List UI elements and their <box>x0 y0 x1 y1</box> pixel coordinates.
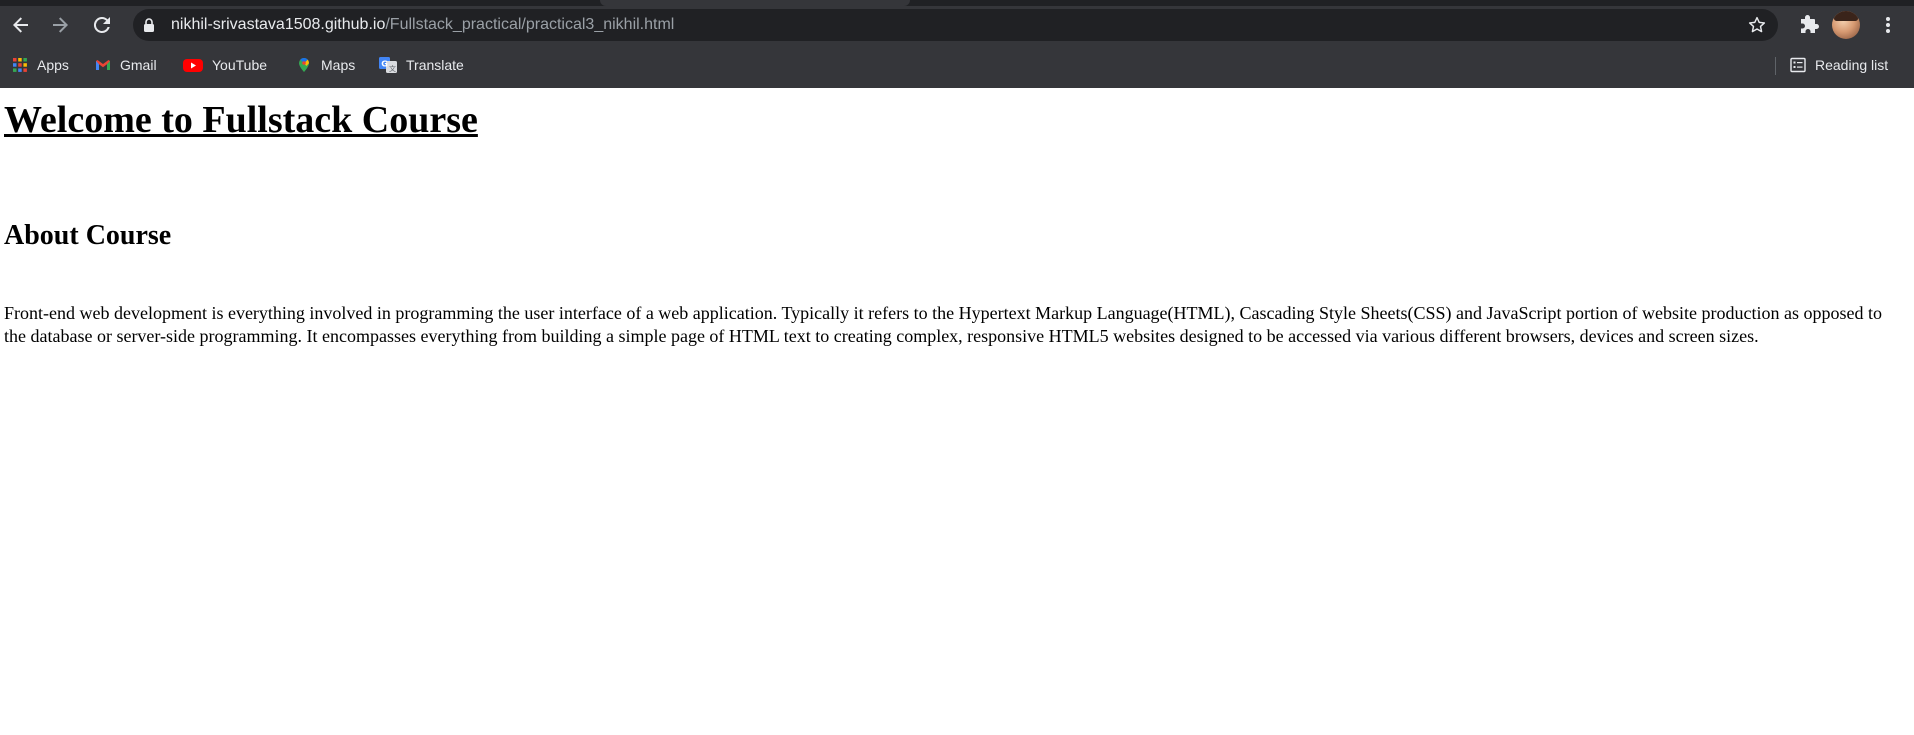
forward-arrow-icon <box>53 17 68 33</box>
maps-icon <box>299 57 310 72</box>
bookmark-gmail[interactable]: Gmail <box>89 54 163 76</box>
reload-icon <box>93 16 110 33</box>
address-bar[interactable]: nikhil-srivastava1508.github.io/Fullstac… <box>133 9 1778 41</box>
profile-avatar[interactable] <box>1832 11 1860 39</box>
reading-list-label: Reading list <box>1815 57 1889 73</box>
extensions-button[interactable] <box>1794 9 1826 41</box>
svg-text:文: 文 <box>389 64 396 73</box>
browser-toolbar: nikhil-srivastava1508.github.io/Fullstac… <box>0 6 1914 44</box>
bookmarks-bar: Apps Gmail YouTube Maps G 文 Translate Re… <box>0 50 1914 80</box>
section-heading: About Course <box>4 220 172 251</box>
youtube-icon <box>183 59 203 72</box>
translate-icon: G 文 <box>379 57 397 73</box>
svg-text:G: G <box>381 60 388 69</box>
bookmark-maps[interactable]: Maps <box>290 54 361 76</box>
bookmark-label: Gmail <box>120 57 157 73</box>
bookmark-star-icon[interactable] <box>1748 16 1766 34</box>
avatar-hair-shape <box>1834 11 1858 21</box>
bookmark-label: Maps <box>321 57 356 73</box>
page-heading: Welcome to Fullstack Course <box>4 99 478 141</box>
bookmarks-divider <box>1775 57 1776 75</box>
page-content: Welcome to Fullstack Course About Course… <box>0 88 1914 735</box>
back-arrow-icon <box>13 17 28 33</box>
reload-button[interactable] <box>86 9 118 41</box>
url-path: /Fullstack_practical/practical3_nikhil.h… <box>385 16 675 33</box>
apps-grid-icon <box>13 58 27 72</box>
forward-button[interactable] <box>44 9 76 41</box>
url-host: nikhil-srivastava1508.github.io <box>171 16 386 33</box>
bookmark-apps[interactable]: Apps <box>6 54 75 76</box>
course-description: Front-end web development is everything … <box>4 303 1882 346</box>
back-button[interactable] <box>5 9 37 41</box>
bookmark-youtube[interactable]: YouTube <box>177 54 273 76</box>
browser-menu-button[interactable] <box>1872 9 1904 41</box>
bookmark-label: Apps <box>37 57 69 73</box>
bookmark-label: YouTube <box>212 57 268 73</box>
reading-list-icon <box>1790 57 1806 73</box>
url-text[interactable]: nikhil-srivastava1508.github.io/Fullstac… <box>171 9 674 41</box>
reading-list-button[interactable]: Reading list <box>1784 54 1894 76</box>
bookmark-label: Translate <box>406 57 464 73</box>
puzzle-piece-icon <box>1801 15 1819 33</box>
lock-icon[interactable] <box>143 18 155 32</box>
kebab-menu-icon <box>1886 17 1890 33</box>
bookmark-translate[interactable]: G 文 Translate <box>373 54 470 76</box>
gmail-icon <box>96 60 110 70</box>
browser-chrome: nikhil-srivastava1508.github.io/Fullstac… <box>0 0 1914 88</box>
